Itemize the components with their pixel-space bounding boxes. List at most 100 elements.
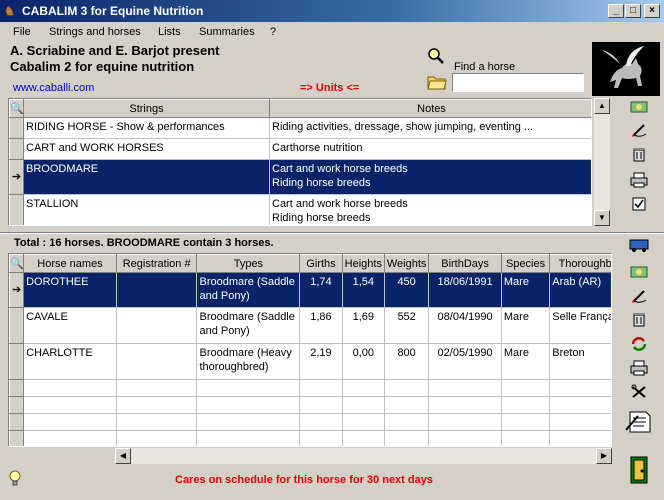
string-name[interactable]: BROODMARE [23, 159, 270, 195]
horse-height[interactable]: 1,54 [342, 272, 385, 308]
horse-height[interactable]: 0,00 [342, 343, 385, 380]
horse-birthday[interactable]: 08/04/1990 [428, 307, 502, 344]
string-notes[interactable]: Carthorse nutrition [269, 138, 591, 160]
horse-type[interactable]: Broodmare (Saddle and Pony) [196, 272, 301, 308]
horse-breed[interactable]: Breton [549, 343, 611, 380]
string-notes[interactable]: Cart and work horse breeds Riding horse b… [269, 194, 591, 225]
horse-girth[interactable]: 2,19 [299, 343, 343, 380]
website-link[interactable]: www.caballi.com [13, 82, 94, 94]
string-name[interactable]: CART and WORK HORSES [23, 138, 270, 160]
grid-corner[interactable]: 🔍 [9, 99, 24, 118]
horse-name[interactable]: DOROTHEE [23, 272, 117, 308]
refresh-icon[interactable] [628, 336, 650, 358]
horse-species[interactable]: Mare [501, 307, 551, 344]
edit-pencil-icon[interactable] [628, 288, 650, 310]
total-summary: Total : 16 horses. BROODMARE contain 3 h… [14, 237, 274, 249]
string-notes[interactable]: Cart and work horse breeds Riding horse b… [269, 159, 591, 195]
row-indicator[interactable]: ➔ [9, 159, 24, 195]
column-header-weights[interactable]: Weights [383, 254, 430, 273]
column-header-horse-names[interactable]: Horse names [23, 254, 117, 273]
transport-icon[interactable] [628, 237, 650, 259]
column-header-girths[interactable]: Girths [299, 254, 343, 273]
horse-weight[interactable]: 450 [384, 272, 430, 308]
horse-girth[interactable]: 1,86 [299, 307, 343, 344]
brand-text: A. Scriabine and E. Barjot present Cabal… [10, 43, 220, 75]
row-indicator[interactable] [9, 117, 24, 139]
row-indicator[interactable] [9, 379, 25, 397]
row-indicator[interactable] [9, 396, 25, 414]
menu-help[interactable]: ? [270, 26, 276, 38]
maximize-button[interactable]: □ [625, 4, 641, 18]
horse-type[interactable]: Broodmare (Saddle and Pony) [196, 307, 301, 344]
scroll-right-button[interactable]: ▶ [596, 448, 612, 464]
money-icon[interactable] [628, 98, 650, 120]
horse-girth[interactable]: 1,74 [299, 272, 343, 308]
horse-registration[interactable] [116, 343, 198, 380]
column-header-types[interactable]: Types [196, 254, 301, 273]
horse-name[interactable]: CAVALE [23, 307, 117, 344]
horse-name[interactable]: CHARLOTTE [23, 343, 117, 380]
units-link[interactable]: => Units <= [300, 82, 359, 94]
exit-door-icon[interactable] [628, 455, 650, 485]
find-horse-label: Find a horse [454, 61, 516, 73]
horse-registration[interactable] [116, 307, 198, 344]
row-indicator[interactable] [9, 413, 25, 431]
string-name[interactable]: RIDING HORSE - Show & performances [23, 117, 270, 139]
money-icon[interactable] [628, 263, 650, 285]
row-indicator[interactable] [9, 343, 25, 380]
status-message: Cares on schedule for this horse for 30 … [175, 474, 433, 486]
minimize-button[interactable]: _ [608, 4, 624, 18]
column-header-registration[interactable]: Registration # [115, 254, 198, 273]
horse-birthday[interactable]: 18/06/1991 [428, 272, 502, 308]
splitter[interactable] [0, 232, 664, 234]
pegasus-logo [592, 42, 660, 96]
menu-strings-horses[interactable]: Strings and horses [49, 26, 141, 38]
horse-birthday[interactable]: 02/05/1990 [428, 343, 502, 380]
magnifier-icon[interactable] [427, 47, 445, 65]
row-indicator[interactable]: ➔ [9, 272, 25, 308]
scroll-left-button[interactable]: ◀ [115, 448, 131, 464]
row-indicator[interactable] [9, 307, 25, 344]
menu-summaries[interactable]: Summaries [199, 26, 255, 38]
schedule-document-icon[interactable] [624, 408, 654, 434]
scroll-up-button[interactable]: ▲ [594, 98, 610, 114]
row-indicator[interactable] [9, 430, 25, 446]
column-header-heights[interactable]: Heights [341, 254, 385, 273]
horse-species[interactable]: Mare [501, 272, 551, 308]
strings-scrollbar[interactable]: ▲ ▼ [594, 98, 610, 226]
lightbulb-icon[interactable] [8, 470, 22, 488]
horse-species[interactable]: Mare [501, 343, 551, 380]
column-header-strings[interactable]: Strings [23, 99, 270, 118]
horse-height[interactable]: 1,69 [342, 307, 385, 344]
trash-icon[interactable] [628, 146, 650, 168]
column-header-birthdays[interactable]: BirthDays [428, 254, 502, 273]
menu-lists[interactable]: Lists [158, 26, 181, 38]
column-header-species[interactable]: Species [500, 254, 551, 273]
checkbox-icon[interactable] [628, 195, 650, 217]
column-header-notes[interactable]: Notes [269, 99, 591, 118]
trash-icon[interactable] [628, 311, 650, 333]
horse-registration[interactable] [116, 272, 198, 308]
horse-type[interactable]: Broodmare (Heavy thoroughbred) [196, 343, 301, 380]
row-indicator[interactable] [9, 194, 24, 225]
grid-corner[interactable]: 🔍 [9, 254, 25, 273]
edit-pencil-icon[interactable] [628, 122, 650, 144]
printer-icon[interactable] [628, 172, 650, 194]
tools-icon[interactable] [628, 384, 650, 406]
horse-weight[interactable]: 552 [384, 307, 430, 344]
folder-icon[interactable] [427, 74, 447, 90]
row-indicator[interactable] [9, 138, 24, 160]
find-horse-input[interactable] [452, 73, 584, 92]
string-notes[interactable]: Riding activities, dressage, show jumpin… [269, 117, 591, 139]
scroll-down-button[interactable]: ▼ [594, 210, 610, 226]
close-button[interactable]: × [644, 4, 660, 18]
title-bar: ♞ CABALIM 3 for Equine Nutrition _ □ × [0, 0, 664, 22]
horse-weight[interactable]: 800 [384, 343, 430, 380]
horses-h-scrollbar[interactable]: ◀ ▶ [115, 448, 612, 464]
horse-breed[interactable]: Selle Français [549, 307, 611, 344]
horse-breed[interactable]: Arab (AR) [549, 272, 611, 308]
column-header-thoroughbred[interactable]: Thoroughbred [549, 254, 611, 273]
string-name[interactable]: STALLION [23, 194, 270, 225]
printer-icon[interactable] [628, 360, 650, 382]
menu-file[interactable]: File [13, 26, 31, 38]
